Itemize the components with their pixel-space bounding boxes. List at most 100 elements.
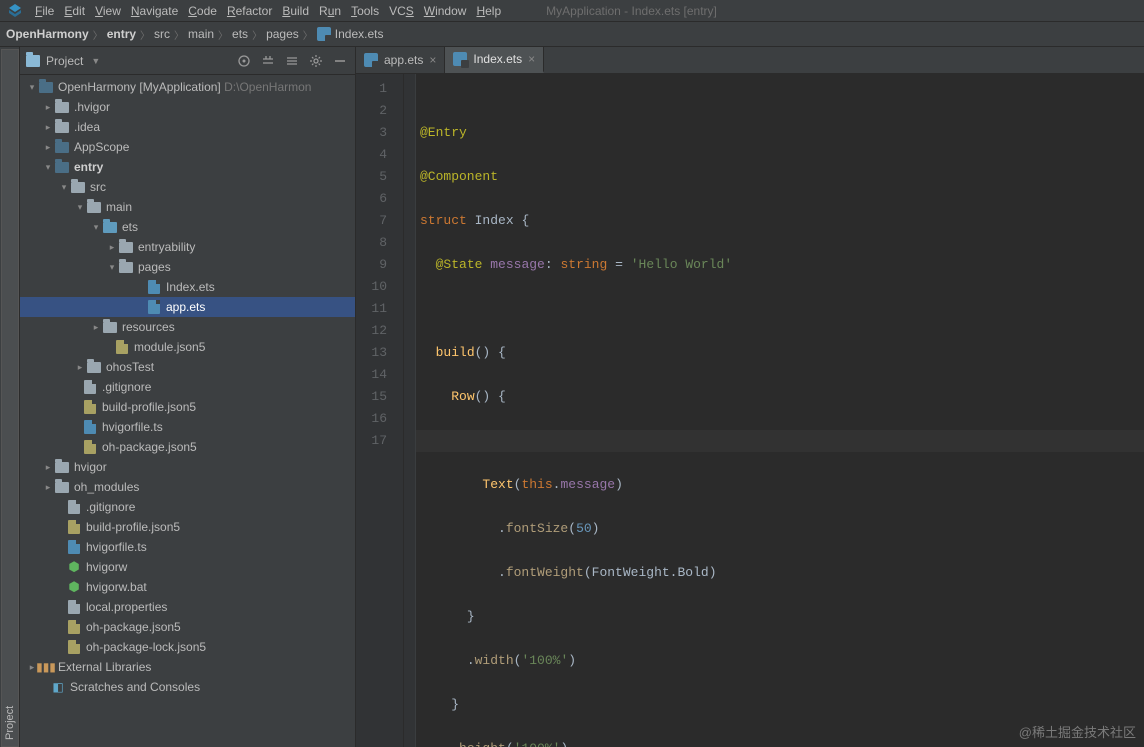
menu-run[interactable]: Run — [314, 4, 346, 18]
tree-item-resources[interactable]: ▸resources — [20, 317, 355, 337]
crumb-2[interactable]: src — [154, 27, 170, 41]
tree-item-hvigorw[interactable]: ·⬢hvigorw — [20, 557, 355, 577]
tree-item-app-ets[interactable]: ·app.ets — [20, 297, 355, 317]
scratch-icon: ◧ — [50, 680, 66, 694]
breadcrumb: OpenHarmony〉 entry〉 src〉 main〉 ets〉 page… — [0, 22, 1144, 47]
editor-area: app.ets× Index.ets× 12345678910111213141… — [356, 47, 1144, 747]
json-file-icon — [68, 640, 80, 654]
tree-item-hvigorfile-entry[interactable]: ·hvigorfile.ts — [20, 417, 355, 437]
file-icon — [68, 600, 80, 614]
tree-item-hvigorw-bat[interactable]: ·⬢hvigorw.bat — [20, 577, 355, 597]
file-icon — [68, 500, 80, 514]
chevron-down-icon[interactable]: ▼ — [91, 56, 100, 66]
folder-icon — [119, 242, 133, 253]
crumb-1[interactable]: entry — [107, 27, 136, 41]
project-tree[interactable]: ▾OpenHarmony [MyApplication] D:\OpenHarm… — [20, 75, 355, 747]
tree-item-entryability[interactable]: ▸entryability — [20, 237, 355, 257]
tree-item-gitignore-root[interactable]: ·.gitignore — [20, 497, 355, 517]
ets-file-icon — [453, 52, 467, 66]
tree-root[interactable]: ▾OpenHarmony [MyApplication] D:\OpenHarm… — [20, 77, 355, 97]
project-sidebar: Project ▼ ▾OpenHarmony [MyApplication] D… — [20, 47, 356, 747]
tree-item-hvigor-folder[interactable]: ▸.hvigor — [20, 97, 355, 117]
json-file-icon — [84, 440, 96, 454]
crumb-root[interactable]: OpenHarmony — [6, 27, 89, 41]
crumb-4[interactable]: ets — [232, 27, 248, 41]
fold-gutter[interactable] — [404, 74, 416, 747]
line-gutter: 1234567891011121314151617 — [356, 74, 404, 747]
app-logo-icon — [6, 2, 24, 20]
code-editor[interactable]: @Entry @Component struct Index { @State … — [416, 74, 1144, 747]
menu-navigate[interactable]: Navigate — [126, 4, 183, 18]
chevron-right-icon: 〉 — [140, 27, 150, 42]
library-icon: ▮▮▮ — [38, 660, 54, 674]
tree-item-external-libs[interactable]: ▸▮▮▮External Libraries — [20, 657, 355, 677]
tab-index-ets[interactable]: Index.ets× — [445, 47, 544, 73]
folder-icon — [55, 462, 69, 473]
tree-item-module-json5[interactable]: ·module.json5 — [20, 337, 355, 357]
folder-icon — [87, 202, 101, 213]
menu-bar: File Edit View Navigate Code Refactor Bu… — [0, 0, 1144, 22]
editor-body[interactable]: 1234567891011121314151617 @Entry @Compon… — [356, 74, 1144, 747]
tree-item-scratches[interactable]: ·◧Scratches and Consoles — [20, 677, 355, 697]
menu-window[interactable]: Window — [419, 4, 472, 18]
tree-item-pages[interactable]: ▾pages — [20, 257, 355, 277]
tree-item-oh-modules[interactable]: ▸oh_modules — [20, 477, 355, 497]
chevron-right-icon: 〉 — [303, 27, 313, 42]
folder-icon — [103, 322, 117, 333]
folder-icon — [87, 362, 101, 373]
crumb-3[interactable]: main — [188, 27, 214, 41]
menu-vcs[interactable]: VCS — [384, 4, 419, 18]
locate-icon[interactable] — [235, 52, 253, 70]
menu-file[interactable]: File — [30, 4, 59, 18]
tree-item-idea[interactable]: ▸.idea — [20, 117, 355, 137]
menu-help[interactable]: Help — [471, 4, 506, 18]
tree-item-src[interactable]: ▾src — [20, 177, 355, 197]
folder-icon — [55, 102, 69, 113]
tool-window-project-button[interactable]: Project — [1, 49, 19, 747]
tree-item-entry[interactable]: ▾entry — [20, 157, 355, 177]
menu-refactor[interactable]: Refactor — [222, 4, 277, 18]
window-title: MyApplication - Index.ets [entry] — [506, 4, 1140, 18]
tree-item-index-ets[interactable]: ·Index.ets — [20, 277, 355, 297]
json-file-icon — [116, 340, 128, 354]
collapse-all-icon[interactable] — [283, 52, 301, 70]
tree-item-local-properties[interactable]: ·local.properties — [20, 597, 355, 617]
tree-item-build-profile-entry[interactable]: ·build-profile.json5 — [20, 397, 355, 417]
tree-item-ohpackage-root[interactable]: ·oh-package.json5 — [20, 617, 355, 637]
folder-icon — [55, 122, 69, 133]
expand-all-icon[interactable] — [259, 52, 277, 70]
crumb-6[interactable]: Index.ets — [317, 27, 384, 41]
tree-item-hvigorfile-root[interactable]: ·hvigorfile.ts — [20, 537, 355, 557]
menu-tools[interactable]: Tools — [346, 4, 384, 18]
menu-view[interactable]: View — [90, 4, 126, 18]
json-file-icon — [68, 520, 80, 534]
json-file-icon — [68, 620, 80, 634]
menu-edit[interactable]: Edit — [59, 4, 90, 18]
folder-icon — [71, 182, 85, 193]
chevron-right-icon: 〉 — [174, 27, 184, 42]
close-icon[interactable]: × — [429, 53, 436, 67]
tree-item-build-profile-root[interactable]: ·build-profile.json5 — [20, 517, 355, 537]
tree-item-ets[interactable]: ▾ets — [20, 217, 355, 237]
module-folder-icon — [39, 82, 53, 93]
crumb-5[interactable]: pages — [266, 27, 299, 41]
hide-icon[interactable] — [331, 52, 349, 70]
project-dropdown[interactable]: Project — [46, 54, 83, 68]
tree-item-ohostest[interactable]: ▸ohosTest — [20, 357, 355, 377]
editor-tab-bar: app.ets× Index.ets× — [356, 47, 1144, 74]
tree-item-ohpackagelock[interactable]: ·oh-package-lock.json5 — [20, 637, 355, 657]
gear-icon[interactable] — [307, 52, 325, 70]
chevron-right-icon: 〉 — [93, 27, 103, 42]
tree-item-main[interactable]: ▾main — [20, 197, 355, 217]
menu-build[interactable]: Build — [277, 4, 314, 18]
tree-item-appscope[interactable]: ▸AppScope — [20, 137, 355, 157]
ets-file-icon — [364, 53, 378, 67]
menu-code[interactable]: Code — [183, 4, 222, 18]
tab-app-ets[interactable]: app.ets× — [356, 47, 445, 73]
tree-item-ohpackage-entry[interactable]: ·oh-package.json5 — [20, 437, 355, 457]
ets-file-icon — [148, 280, 160, 294]
tree-item-hvigor[interactable]: ▸hvigor — [20, 457, 355, 477]
close-icon[interactable]: × — [528, 52, 535, 66]
tree-item-gitignore-entry[interactable]: ·.gitignore — [20, 377, 355, 397]
watermark: @稀土掘金技术社区 — [1019, 722, 1136, 741]
